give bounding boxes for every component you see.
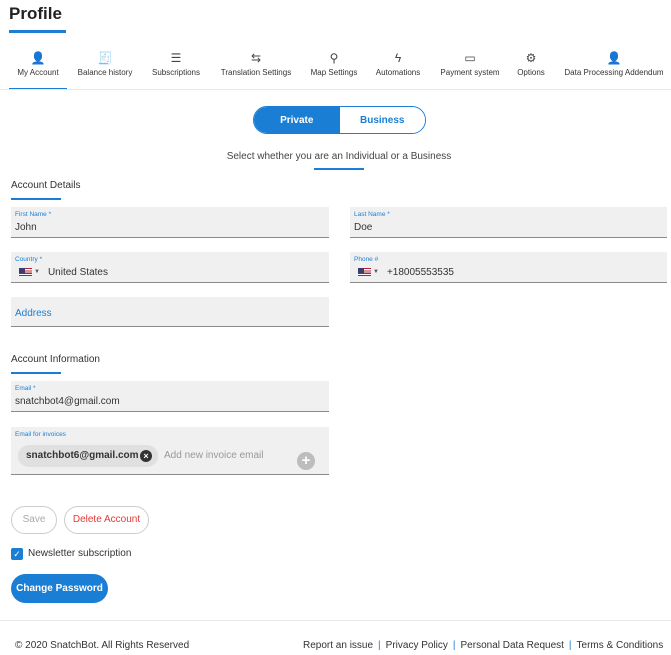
privacy-policy-link[interactable]: Privacy Policy xyxy=(386,640,448,651)
add-invoice-email-icon[interactable]: + xyxy=(297,452,315,470)
address-field[interactable]: Address xyxy=(11,297,329,327)
report-issue-link[interactable]: Report an issue xyxy=(303,640,373,651)
tab-translation-settings[interactable]: ⇆ Translation Settings xyxy=(214,50,298,90)
section-underline xyxy=(11,372,61,374)
page-title: Profile xyxy=(9,4,62,23)
field-label: Last Name * xyxy=(354,211,390,218)
hint-underline xyxy=(314,168,364,170)
field-value: United States xyxy=(47,267,108,278)
tab-my-account[interactable]: 👤 My Account xyxy=(9,50,67,90)
tab-map-settings[interactable]: ⚲ Map Settings xyxy=(306,50,362,90)
chip-label: snatchbot6@gmail.com xyxy=(26,450,139,461)
footer-divider xyxy=(0,620,671,621)
person-settings-icon: 👤 xyxy=(606,51,622,65)
field-label: Email * xyxy=(15,385,36,392)
country-select[interactable]: Country * ▼ United States xyxy=(11,252,329,283)
footer-links: Report an issue | Privacy Policy | Personal … xyxy=(303,640,663,651)
tabs-divider xyxy=(0,89,671,90)
separator: | xyxy=(568,640,572,651)
field-value: +18005553535 xyxy=(386,267,454,278)
translate-icon: ⇆ xyxy=(250,51,262,65)
tab-label: Payment system xyxy=(440,68,500,77)
separator: | xyxy=(378,640,381,651)
tab-automations[interactable]: ϟ Automations xyxy=(371,50,425,90)
tab-label: Data Processing Addendum xyxy=(564,68,664,77)
map-icon: ⚲ xyxy=(329,51,339,65)
first-name-field[interactable]: First Name * John xyxy=(11,207,329,238)
business-option[interactable]: Business xyxy=(339,107,425,133)
remove-chip-icon[interactable]: × xyxy=(140,450,152,462)
address-placeholder: Address xyxy=(15,308,52,319)
us-flag-icon xyxy=(19,268,32,277)
email-field[interactable]: Email * snatchbot4@gmail.com xyxy=(11,381,329,412)
caret-down-icon: ▼ xyxy=(373,269,379,276)
field-label: Email for invoices xyxy=(15,431,66,438)
us-flag-icon xyxy=(358,268,371,277)
caret-down-icon: ▼ xyxy=(34,269,40,276)
field-label: Phone # xyxy=(354,256,379,263)
account-info-heading: Account Information xyxy=(11,354,100,365)
account-type-hint: Select whether you are an Individual or … xyxy=(226,151,452,162)
tab-label: Automations xyxy=(375,68,421,77)
private-option[interactable]: Private xyxy=(254,107,340,133)
last-name-field[interactable]: Last Name * Doe xyxy=(350,207,667,238)
receipt-icon: 🧾 xyxy=(97,51,113,65)
personal-data-request-link[interactable]: Personal Data Request xyxy=(461,640,564,651)
account-details-heading: Account Details xyxy=(11,180,81,191)
field-value: John xyxy=(15,222,37,233)
tab-label: Subscriptions xyxy=(151,68,201,77)
separator: | xyxy=(452,640,456,651)
newsletter-checkbox[interactable]: ✓ xyxy=(11,548,23,560)
field-label: Country * xyxy=(15,256,43,263)
title-underline xyxy=(9,30,66,33)
terms-link[interactable]: Terms & Conditions xyxy=(577,640,664,651)
gear-icon: ⚙ xyxy=(525,51,537,65)
tab-label: My Account xyxy=(17,68,59,77)
invoice-email-input[interactable]: Add new invoice email xyxy=(164,450,264,461)
bolt-icon: ϟ xyxy=(394,51,402,65)
tab-options[interactable]: ⚙ Options xyxy=(513,50,549,90)
save-button[interactable]: Save xyxy=(11,506,57,534)
tab-payment-system[interactable]: ▭ Payment system xyxy=(436,50,504,90)
credit-card-icon: ▭ xyxy=(464,51,476,65)
field-label: First Name * xyxy=(15,211,52,218)
tab-balance-history[interactable]: 🧾 Balance history xyxy=(73,50,137,90)
tab-label: Balance history xyxy=(77,68,133,77)
profile-tabs: 👤 My Account 🧾 Balance history ☰ Subscri… xyxy=(0,50,671,90)
section-underline xyxy=(11,198,61,200)
copyright: © 2020 SnatchBot. All Rights Reserved xyxy=(15,640,190,651)
checklist-icon: ☰ xyxy=(170,51,182,65)
tab-subscriptions[interactable]: ☰ Subscriptions xyxy=(147,50,205,90)
tab-label: Translation Settings xyxy=(220,68,292,77)
newsletter-label: Newsletter subscription xyxy=(28,548,132,559)
phone-field[interactable]: Phone # ▼ +18005553535 xyxy=(350,252,667,283)
field-value: Doe xyxy=(354,222,373,233)
invoice-email-chip: snatchbot6@gmail.com × xyxy=(18,445,158,467)
delete-account-button[interactable]: Delete Account xyxy=(64,506,149,534)
field-value: snatchbot4@gmail.com xyxy=(15,396,120,407)
tab-data-processing-addendum[interactable]: 👤 Data Processing Addendum xyxy=(558,50,670,90)
tab-label: Options xyxy=(517,68,545,77)
change-password-button[interactable]: Change Password xyxy=(11,574,108,603)
account-type-toggle: Private Business xyxy=(253,106,426,134)
person-icon: 👤 xyxy=(30,51,46,65)
tab-label: Map Settings xyxy=(310,68,358,77)
